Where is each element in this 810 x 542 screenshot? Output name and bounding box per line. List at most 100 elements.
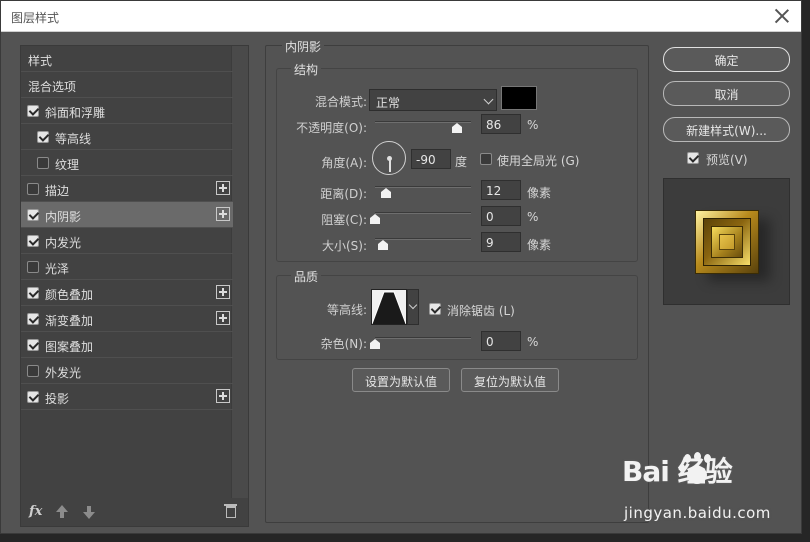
style-list-item-label: 混合选项 — [28, 80, 77, 94]
style-list-item-outer-glow[interactable]: 外发光 — [21, 358, 233, 384]
opacity-unit: % — [527, 118, 539, 132]
style-list-item-stroke[interactable]: 描边 — [21, 176, 233, 202]
choke-input[interactable]: 0 — [481, 206, 521, 226]
style-list-item-satin[interactable]: 光泽 — [21, 254, 233, 280]
noise-slider[interactable] — [375, 337, 471, 339]
watermark: Bai 经验 jingyan.baidu.com — [620, 450, 810, 542]
size-input[interactable]: 9 — [481, 232, 521, 252]
add-stroke-icon[interactable] — [216, 181, 230, 195]
opacity-input[interactable]: 86 — [481, 114, 521, 134]
ok-button[interactable]: 确定 — [663, 47, 790, 72]
noise-input[interactable]: 0 — [481, 331, 521, 351]
close-icon[interactable] — [773, 7, 791, 25]
section-title: 内阴影 — [282, 38, 325, 55]
gradient-overlay-checkbox[interactable] — [27, 313, 39, 325]
shadow-color-swatch[interactable] — [501, 86, 537, 110]
style-list-item-label: 颜色叠加 — [45, 288, 94, 302]
choke-label: 阻塞(C): — [321, 213, 367, 227]
style-list-item-texture[interactable]: 纹理 — [21, 150, 233, 176]
style-list-item-label: 等高线 — [55, 132, 92, 146]
add-gradient-overlay-icon[interactable] — [216, 311, 230, 325]
texture-checkbox[interactable] — [37, 157, 49, 169]
cancel-button[interactable]: 取消 — [663, 81, 790, 106]
size-slider[interactable] — [375, 238, 471, 240]
angle-dial[interactable] — [372, 141, 406, 175]
style-list-item-color-overlay[interactable]: 颜色叠加 — [21, 280, 233, 306]
trash-icon[interactable] — [224, 504, 237, 518]
noise-unit: % — [527, 335, 539, 349]
style-list-item-label: 斜面和浮雕 — [45, 106, 106, 120]
contour-dropdown[interactable] — [407, 289, 419, 325]
blend-mode-select[interactable]: 正常 — [369, 89, 497, 111]
contour-picker[interactable] — [371, 289, 407, 325]
bevel-emboss-checkbox[interactable] — [27, 105, 39, 117]
set-as-default-button[interactable]: 设置为默认值 — [352, 368, 450, 392]
drop-shadow-checkbox[interactable] — [27, 391, 39, 403]
style-list-item-contour[interactable]: 等高线 — [21, 124, 233, 150]
antialias-label: 消除锯齿 (L) — [447, 304, 515, 318]
style-list-item-pattern-overlay[interactable]: 图案叠加 — [21, 332, 233, 358]
preview-checkbox[interactable] — [687, 152, 699, 164]
style-list-item-label: 投影 — [45, 392, 70, 406]
choke-unit: % — [527, 210, 539, 224]
satin-checkbox[interactable] — [27, 261, 39, 273]
noise-slider-thumb[interactable] — [370, 339, 380, 349]
style-list-item-label: 样式 — [28, 54, 53, 68]
blend-mode-label: 混合模式: — [314, 95, 367, 109]
style-list-item-gradient-overlay[interactable]: 渐变叠加 — [21, 306, 233, 332]
quality-title: 品质 — [291, 268, 322, 285]
style-list-item-inner-glow[interactable]: 内发光 — [21, 228, 233, 254]
inner-shadow-checkbox[interactable] — [27, 209, 39, 221]
noise-label: 杂色(N): — [320, 337, 367, 351]
choke-slider-thumb[interactable] — [370, 214, 380, 224]
distance-unit: 像素 — [527, 186, 552, 200]
color-overlay-checkbox[interactable] — [27, 287, 39, 299]
style-list-item-label: 内阴影 — [45, 210, 82, 224]
preview-label: 预览(V) — [706, 153, 748, 167]
style-list-item-label: 渐变叠加 — [45, 314, 94, 328]
antialias-checkbox[interactable] — [429, 303, 441, 315]
distance-input[interactable]: 12 — [481, 180, 521, 200]
style-list: 样式 混合选项 斜面和浮雕 等高线 纹理 描边 内阴影 内发光 光泽 颜色叠加 … — [20, 45, 249, 527]
add-color-overlay-icon[interactable] — [216, 285, 230, 299]
style-list-item-bevel-emboss[interactable]: 斜面和浮雕 — [21, 98, 233, 124]
style-list-toolbar: fx — [21, 500, 248, 526]
add-inner-shadow-icon[interactable] — [216, 207, 230, 221]
new-style-button[interactable]: 新建样式(W)... — [663, 117, 790, 142]
global-light-label: 使用全局光 (G) — [497, 154, 580, 168]
choke-slider[interactable] — [375, 212, 471, 214]
style-list-item-drop-shadow[interactable]: 投影 — [21, 384, 233, 410]
pattern-overlay-checkbox[interactable] — [27, 339, 39, 351]
style-list-item-label: 光泽 — [45, 262, 70, 276]
blend-mode-value: 正常 — [376, 96, 401, 110]
contour-checkbox[interactable] — [37, 131, 49, 143]
reset-to-default-button[interactable]: 复位为默认值 — [461, 368, 559, 392]
style-preview — [663, 178, 790, 305]
dialog-title: 图层样式 — [11, 11, 60, 25]
size-label: 大小(S): — [321, 239, 367, 253]
preview-gold-square — [695, 210, 759, 274]
style-list-item-styles[interactable]: 样式 — [21, 46, 233, 72]
structure-group: 结构 混合模式: 正常 不透明度(O): 86 % 角度(A): -90 度 使… — [276, 61, 638, 262]
move-up-icon[interactable] — [56, 505, 68, 519]
quality-group: 品质 等高线: 消除锯齿 (L) 杂色(N): 0 % — [276, 268, 638, 360]
size-slider-thumb[interactable] — [378, 240, 388, 250]
opacity-slider-thumb[interactable] — [452, 123, 462, 133]
style-list-item-blending-options[interactable]: 混合选项 — [21, 72, 233, 98]
move-down-icon[interactable] — [83, 505, 95, 519]
add-drop-shadow-icon[interactable] — [216, 389, 230, 403]
fx-icon[interactable]: fx — [29, 504, 42, 519]
outer-glow-checkbox[interactable] — [27, 365, 39, 377]
style-list-item-inner-shadow[interactable]: 内阴影 — [21, 202, 233, 228]
style-list-item-label: 纹理 — [55, 158, 80, 172]
global-light-checkbox[interactable] — [480, 153, 492, 165]
inner-shadow-panel: 内阴影 结构 混合模式: 正常 不透明度(O): 86 % 角度(A): -90… — [265, 38, 649, 523]
angle-input[interactable]: -90 — [411, 149, 451, 169]
preview-center — [719, 234, 735, 250]
inner-glow-checkbox[interactable] — [27, 235, 39, 247]
stroke-checkbox[interactable] — [27, 183, 39, 195]
style-list-scrollbar[interactable] — [231, 46, 248, 498]
preview-bevel-ring — [703, 218, 751, 266]
preview-bevel-ring-inner — [711, 226, 743, 258]
distance-slider-thumb[interactable] — [381, 188, 391, 198]
